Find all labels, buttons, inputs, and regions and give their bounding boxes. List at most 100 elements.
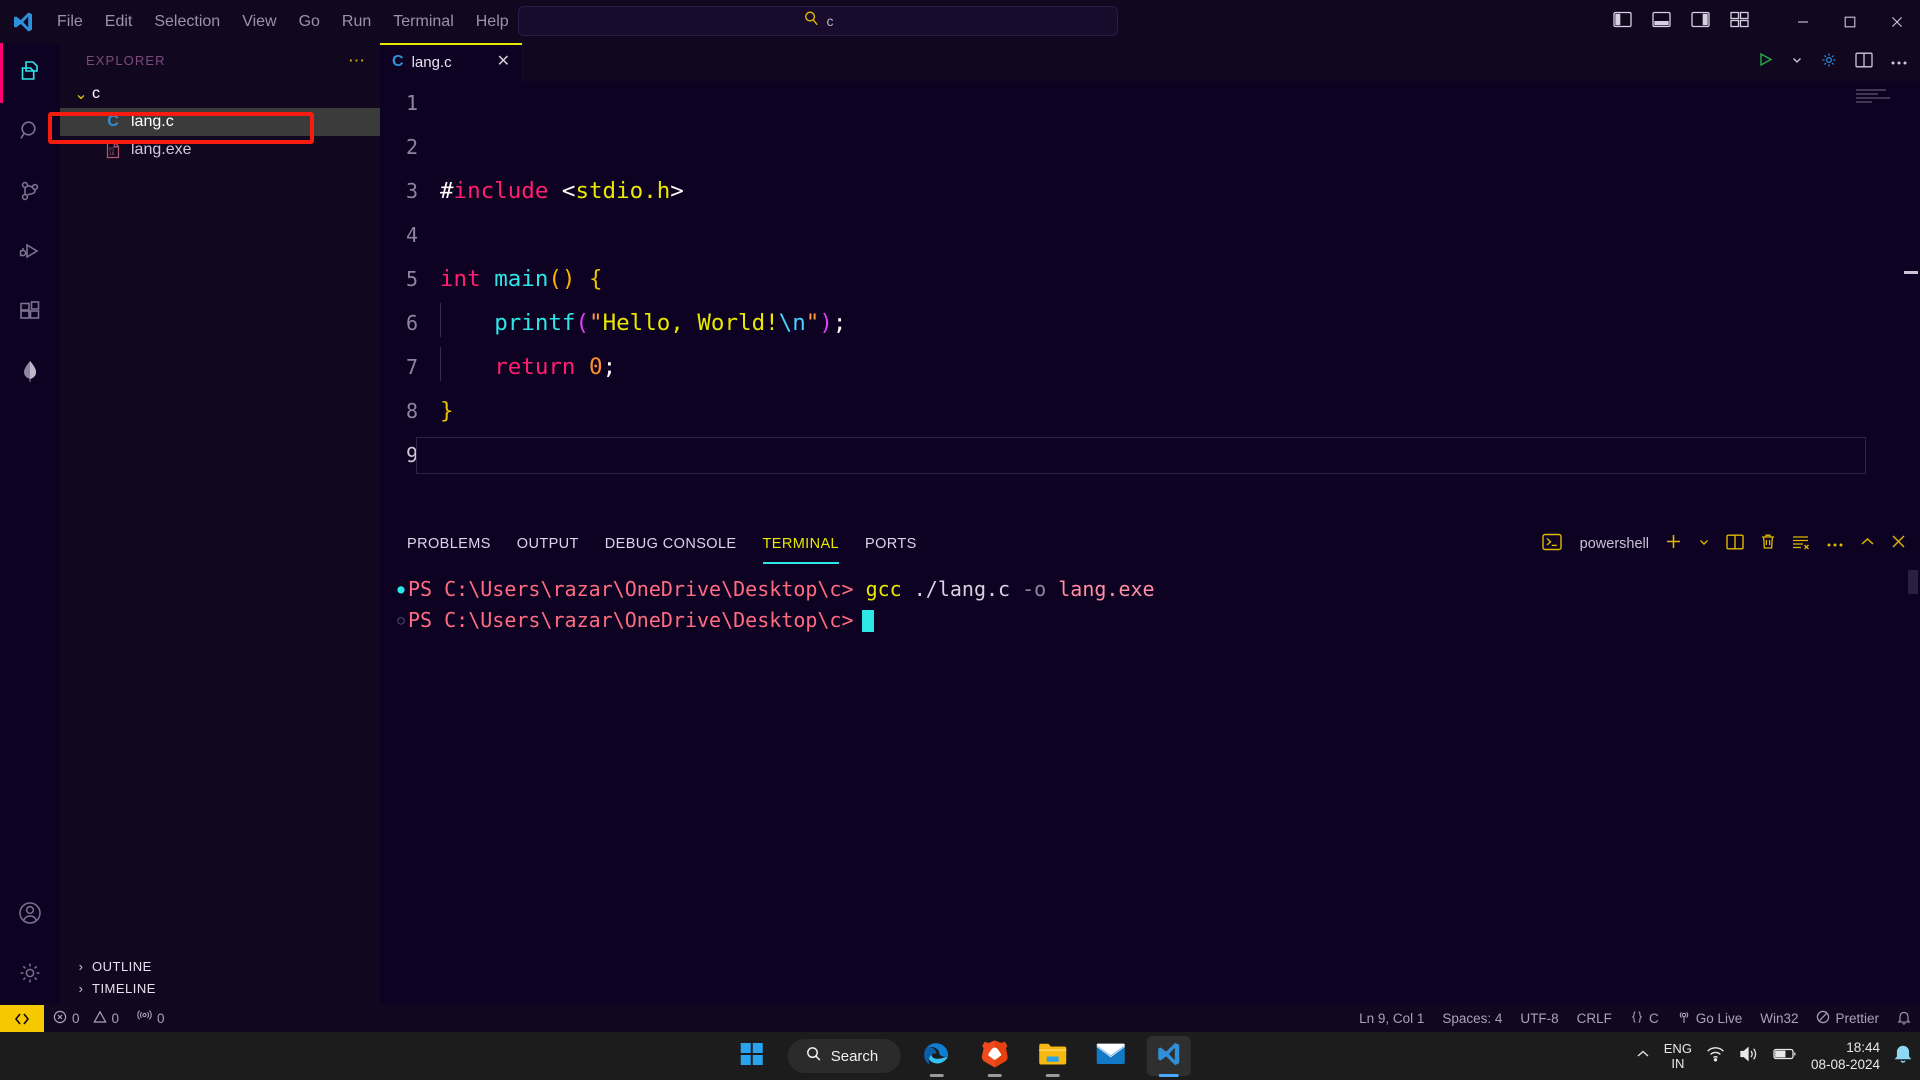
sidebar-item-search[interactable] [0,103,60,163]
remote-window-indicator[interactable] [0,1005,44,1032]
chevron-up-icon[interactable] [1636,1047,1650,1065]
c-file-icon: C [392,53,404,70]
manage-settings-button[interactable] [0,945,60,1005]
volume-icon[interactable] [1739,1046,1759,1067]
close-panel-icon[interactable] [1891,534,1906,554]
sidebar-item-run-and-debug[interactable] [0,223,60,283]
run-icon[interactable] [1757,51,1774,73]
section-timeline[interactable]: › TIMELINE [60,977,380,999]
split-editor-icon[interactable] [1855,52,1873,73]
file-tree: ⌄ c C lang.c 01 10 lang.exe [60,78,380,955]
sidebar-item-mongodb[interactable] [0,343,60,403]
minimap[interactable] [1856,89,1902,109]
quick-search-input[interactable]: c [518,6,1118,36]
window-close-button[interactable] [1873,0,1920,43]
start-button[interactable] [730,1036,774,1076]
code-token: " [805,310,820,336]
section-outline[interactable]: › OUTLINE [60,955,380,977]
menu-terminal[interactable]: Terminal [382,8,464,36]
sidebar-header: EXPLORER ⋯ [60,43,380,78]
menu-go[interactable]: Go [288,8,331,36]
tree-file-lang-exe[interactable]: 01 10 lang.exe [60,136,380,164]
tab-terminal[interactable]: TERMINAL [750,524,853,564]
wifi-icon[interactable] [1706,1046,1725,1067]
terminal-scrollbar[interactable] [1908,570,1918,594]
tray-language-indicator[interactable]: ENG IN [1664,1041,1692,1071]
tab-problems[interactable]: PROBLEMS [394,524,504,564]
menu-view[interactable]: View [231,8,287,36]
toggle-primary-sidebar-icon[interactable] [1613,11,1632,33]
split-terminal-icon[interactable] [1726,534,1744,555]
clear-terminal-icon[interactable] [1792,534,1810,555]
window-maximize-button[interactable] [1826,0,1873,43]
status-encoding[interactable]: UTF-8 [1511,1005,1567,1032]
status-notifications[interactable] [1888,1005,1920,1032]
tab-output[interactable]: OUTPUT [504,524,592,564]
window-minimize-button[interactable] [1779,0,1826,43]
menu-help[interactable]: Help [465,8,520,36]
status-language-mode[interactable]: C [1621,1005,1668,1032]
line-number: 3 [405,179,418,203]
more-actions-icon[interactable] [1890,53,1908,71]
code-token: stdio.h [575,178,671,204]
toggle-panel-icon[interactable] [1652,11,1671,33]
chevron-down-icon: ⌄ [74,86,88,103]
tree-folder-c[interactable]: ⌄ c [60,80,380,108]
maximize-panel-icon[interactable] [1860,535,1875,553]
quick-search-value: c [826,13,834,29]
menu-edit[interactable]: Edit [94,8,144,36]
accounts-button[interactable] [0,885,60,945]
status-indentation[interactable]: Spaces: 4 [1433,1005,1511,1032]
prettier-label: Prettier [1835,1011,1879,1026]
more-actions-icon[interactable] [1826,535,1844,553]
kill-terminal-icon[interactable] [1760,533,1776,555]
code-line: 3 #include <stdio.h> [380,169,1920,213]
terminal-dropdown-icon[interactable] [1698,535,1710,553]
tab-debug-console[interactable]: DEBUG CONSOLE [592,524,750,564]
bell-icon[interactable] [1894,1044,1912,1068]
sidebar-item-source-control[interactable] [0,163,60,223]
settings-gear-icon[interactable] [1820,51,1838,74]
tab-lang-c[interactable]: C lang.c ✕ [380,43,523,81]
status-platform[interactable]: Win32 [1751,1005,1807,1032]
terminal-cursor [861,609,874,632]
sidebar-item-extensions[interactable] [0,283,60,343]
taskbar-app-microsoft-edge[interactable] [914,1036,958,1076]
taskbar-search-button[interactable]: Search [787,1039,901,1073]
menu-selection[interactable]: Selection [143,8,231,36]
menu-run[interactable]: Run [331,8,382,36]
status-ports[interactable]: 0 [128,1005,174,1032]
sidebar-more-actions-icon[interactable]: ⋯ [348,51,366,71]
toggle-secondary-sidebar-icon[interactable] [1691,11,1710,33]
leaf-icon [17,358,43,389]
status-prettier[interactable]: Prettier [1807,1005,1888,1032]
taskbar-app-visual-studio-code[interactable] [1146,1036,1191,1076]
status-cursor-position[interactable]: Ln 9, Col 1 [1350,1005,1433,1032]
vscode-icon [1154,1040,1182,1073]
taskbar-app-brave-browser[interactable] [972,1036,1016,1076]
powershell-icon[interactable] [1541,533,1562,556]
customize-layout-icon[interactable] [1730,11,1749,33]
menu-file[interactable]: File [46,8,94,36]
run-dropdown-icon[interactable] [1791,53,1803,71]
sidebar-item-explorer[interactable] [0,43,60,103]
tree-file-lang-c[interactable]: C lang.c [60,108,380,136]
tray-clock[interactable]: 18:44 08-08-2024 [1811,1039,1880,1073]
code-editor[interactable]: 1 2 3 #include <stdio.h> 4 5 int main() {6 pri… [380,81,1920,524]
status-eol[interactable]: CRLF [1568,1005,1621,1032]
close-icon[interactable]: ✕ [497,54,510,70]
account-icon [16,899,44,932]
battery-icon[interactable] [1773,1047,1797,1066]
taskbar-app-mail[interactable] [1088,1036,1132,1076]
panel-tab-bar: PROBLEMS OUTPUT DEBUG CONSOLE TERMINAL P… [380,524,1920,564]
status-go-live[interactable]: Go Live [1668,1005,1752,1032]
taskbar-search-label: Search [830,1047,879,1065]
tab-ports[interactable]: PORTS [852,524,930,564]
terminal-output[interactable]: ● PS C:\Users\razar\OneDrive\Desktop\c> g… [380,564,1920,636]
editor-scrollbar[interactable] [1904,271,1918,274]
new-terminal-icon[interactable] [1665,533,1682,555]
taskbar-app-file-explorer[interactable] [1030,1036,1074,1076]
status-errors[interactable]: 0 0 [44,1005,128,1032]
